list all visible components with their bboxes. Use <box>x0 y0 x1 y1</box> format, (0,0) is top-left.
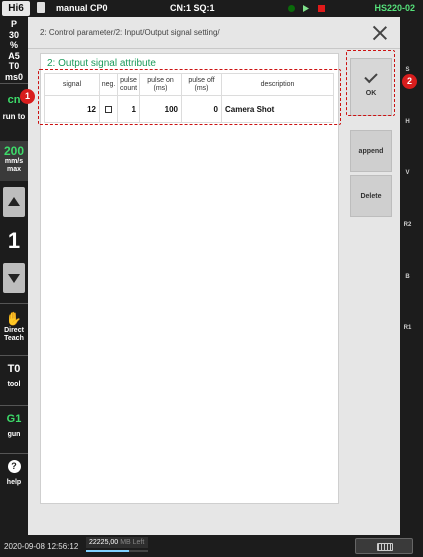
speed-up-button[interactable] <box>3 187 25 217</box>
status-line: % <box>9 40 18 50</box>
annotation-badge-2: 2 <box>402 74 417 89</box>
gun-value: G1 <box>6 413 22 425</box>
keyboard-button[interactable] <box>355 538 413 554</box>
gun-label: gun <box>7 431 21 438</box>
speed-down-button[interactable] <box>3 263 25 293</box>
right-sidebar: S H V R2 B R1 <box>400 17 423 535</box>
teach-label: Teach <box>4 335 24 342</box>
keyboard-icon <box>377 543 393 551</box>
speed-unit: mm/s <box>4 158 24 165</box>
help-label: help <box>6 479 22 486</box>
document-icon[interactable] <box>37 2 45 13</box>
append-button[interactable]: append <box>350 130 392 172</box>
datetime-label: 2020-09-08 12:56:12 <box>4 542 79 551</box>
robot-model-label: HS220-02 <box>374 3 415 13</box>
mode-indicator: manual <box>56 3 88 13</box>
cn-sq-indicator: CN:1 SQ:1 <box>170 3 215 13</box>
direct-label: Direct <box>4 327 24 334</box>
bottom-status-bar: 2020-09-08 12:56:12 22225,00 MB Left <box>0 535 423 557</box>
status-line: 30 <box>8 29 19 40</box>
status-line: P <box>10 19 17 29</box>
annotation-box-ok <box>346 50 395 116</box>
divider <box>0 355 28 356</box>
close-icon[interactable] <box>371 24 389 42</box>
memory-indicator: 22225,00 MB Left <box>86 537 148 548</box>
speed-value: 200 <box>3 144 25 158</box>
run-to-label: run to <box>2 112 26 121</box>
gun-button[interactable]: G1 gun <box>0 407 28 457</box>
hand-icon: ✋ <box>5 311 23 326</box>
tool-button[interactable]: T0 tool <box>0 357 28 407</box>
axis-label-s: S <box>405 67 410 73</box>
play-icon <box>303 5 309 12</box>
axis-label-b: B <box>405 274 410 280</box>
section-title: 2: Output signal attribute <box>47 58 156 69</box>
delete-button[interactable]: Delete <box>350 175 392 217</box>
axis-label-r2: R2 <box>403 222 412 228</box>
speed-max-label: max <box>6 166 21 173</box>
axis-label-h: H <box>405 119 410 125</box>
axis-label-v: V <box>405 170 410 176</box>
status-light-icon <box>288 5 295 12</box>
hi6-logo: Hi6 <box>2 1 30 16</box>
tool-value: T0 <box>7 363 21 375</box>
annotation-box-table <box>38 69 341 125</box>
divider <box>0 83 28 84</box>
top-status-bar: Hi6 manual CP0 CN:1 SQ:1 HS220-02 <box>0 0 423 17</box>
arrow-up-icon <box>8 197 20 206</box>
status-summary: P 30 % A5 T0 ms0 <box>0 17 28 82</box>
status-line: A5 <box>8 50 20 61</box>
memory-bar-fill <box>86 550 130 552</box>
axis-label-r1: R1 <box>403 325 412 331</box>
direct-teach-button[interactable]: ✋ Direct Teach <box>0 307 28 357</box>
help-icon: ? <box>7 460 21 473</box>
status-line: ms0 <box>4 71 23 82</box>
divider <box>0 453 28 454</box>
memory-value: 22225,00 <box>89 539 119 546</box>
teach-pendant-screen: Hi6 manual CP0 CN:1 SQ:1 HS220-02 P 30 %… <box>0 0 423 557</box>
help-button[interactable]: ? help <box>0 455 28 505</box>
status-line: T0 <box>8 61 20 71</box>
stop-icon <box>318 5 325 12</box>
divider <box>28 48 400 49</box>
divider <box>0 405 28 406</box>
tool-label: tool <box>7 381 21 388</box>
memory-bar <box>86 550 148 552</box>
arrow-down-icon <box>8 274 20 283</box>
step-value: 1 <box>7 228 21 253</box>
cp-indicator: CP0 <box>90 3 108 13</box>
speed-display[interactable]: 200 mm/s max <box>0 141 28 181</box>
divider <box>0 303 28 304</box>
breadcrumb: 2: Control parameter/2: Input/Output sig… <box>40 28 220 37</box>
memory-label: MB Left <box>120 539 145 546</box>
annotation-badge-1: 1 <box>20 89 35 104</box>
